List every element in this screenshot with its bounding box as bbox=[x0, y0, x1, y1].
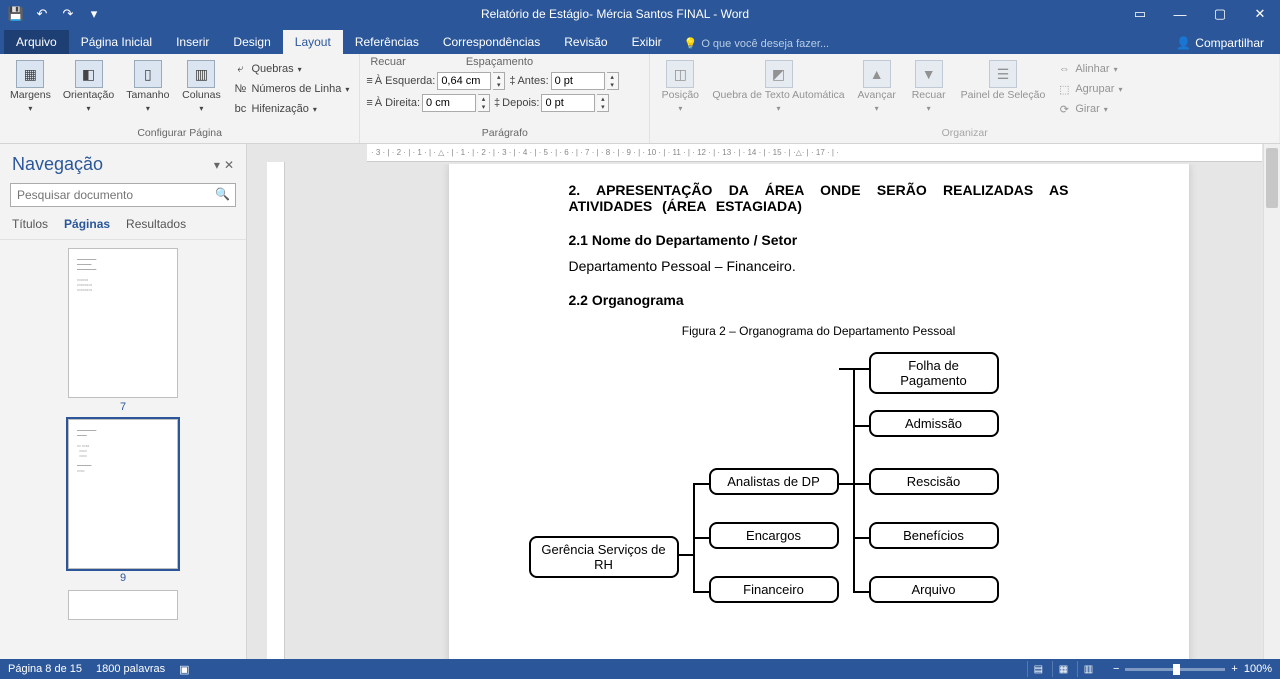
nav-search-input[interactable] bbox=[10, 183, 236, 207]
heading-2[interactable]: 2. APRESENTAÇÃO DA ÁREA ONDE SERÃO REALI… bbox=[569, 182, 1069, 214]
scrollbar-vertical[interactable] bbox=[1263, 144, 1280, 659]
hyphenation-button[interactable]: bcHifenização▾ bbox=[229, 100, 353, 118]
undo-icon[interactable]: ↶ bbox=[32, 4, 52, 24]
close-icon[interactable]: ✕ bbox=[1240, 0, 1280, 28]
forward-button[interactable]: ▲Avançar▾ bbox=[853, 56, 901, 117]
group-arrange: Organizar bbox=[656, 127, 1273, 141]
heading-2-2[interactable]: 2.2 Organograma bbox=[569, 292, 1069, 308]
nav-tab-headings[interactable]: Títulos bbox=[12, 217, 48, 231]
document-area: · 3 · | · 2 · | · 1 · | · △ · | · 1 · | … bbox=[247, 144, 1280, 659]
org-mid-1: Analistas de DP bbox=[709, 468, 839, 495]
nav-dropdown-icon[interactable]: ▾ bbox=[214, 158, 220, 172]
tab-home[interactable]: Página Inicial bbox=[69, 30, 164, 54]
thumbnail-next[interactable] bbox=[68, 590, 178, 623]
nav-tab-pages[interactable]: Páginas bbox=[64, 217, 110, 231]
zoom-slider[interactable] bbox=[1125, 668, 1225, 671]
org-mid-2: Encargos bbox=[709, 522, 839, 549]
margins-button[interactable]: ▦Margens▾ bbox=[6, 56, 55, 117]
org-leaf-4: Benefícios bbox=[869, 522, 999, 549]
page: 2. APRESENTAÇÃO DA ÁREA ONDE SERÃO REALI… bbox=[449, 164, 1189, 659]
backward-button[interactable]: ▼Recuar▾ bbox=[905, 56, 953, 117]
tab-layout[interactable]: Layout bbox=[283, 30, 343, 54]
minimize-icon[interactable]: — bbox=[1160, 0, 1200, 28]
org-mid-3: Financeiro bbox=[709, 576, 839, 603]
search-icon[interactable]: 🔍 bbox=[215, 187, 230, 201]
org-leaf-3: Rescisão bbox=[869, 468, 999, 495]
tab-references[interactable]: Referências bbox=[343, 30, 431, 54]
tab-design[interactable]: Design bbox=[221, 30, 282, 54]
ribbon-options-icon[interactable]: ▭ bbox=[1120, 0, 1160, 28]
redo-icon[interactable]: ↷ bbox=[58, 4, 78, 24]
org-leaf-5: Arquivo bbox=[869, 576, 999, 603]
thumbnail-9[interactable]: ━━━━━━━━━━━━▭ ▭▭ ▭▭ ▭▭━━━━━━▭▭ 9 bbox=[68, 419, 178, 584]
selection-pane-button[interactable]: ☰Painel de Seleção bbox=[957, 56, 1050, 106]
body-p1[interactable]: Departamento Pessoal – Financeiro. bbox=[569, 258, 1069, 274]
heading-2-1[interactable]: 2.1 Nome do Departamento / Setor bbox=[569, 232, 1069, 248]
ruler-horizontal[interactable]: · 3 · | · 2 · | · 1 · | · △ · | · 1 · | … bbox=[367, 144, 1262, 162]
spacing-after-field[interactable]: ‡Depois: ▴▾ bbox=[494, 94, 609, 112]
share-button[interactable]: 👤 Compartilhar bbox=[1164, 32, 1276, 54]
group-page-setup: Configurar Página bbox=[6, 127, 353, 141]
qat-more-icon[interactable]: ▾ bbox=[84, 4, 104, 24]
thumbnail-7[interactable]: ━━━━━━━━━━━━━━━━━━━━━━▭▭▭▭▭▭▭▭▭▭▭ 7 bbox=[68, 248, 178, 413]
nav-tab-results[interactable]: Resultados bbox=[126, 217, 186, 231]
proofing-icon[interactable]: ▣ bbox=[179, 663, 189, 676]
orientation-button[interactable]: ◧Orientação▾ bbox=[59, 56, 118, 117]
org-leaf-1: Folha de Pagamento bbox=[869, 352, 999, 394]
columns-button[interactable]: ▥Colunas▾ bbox=[177, 56, 225, 117]
zoom-level[interactable]: 100% bbox=[1244, 663, 1272, 675]
org-root: Gerência Serviços de RH bbox=[529, 536, 679, 578]
ribbon: ▦Margens▾ ◧Orientação▾ ▯Tamanho▾ ▥Coluna… bbox=[0, 54, 1280, 144]
status-page[interactable]: Página 8 de 15 bbox=[8, 663, 82, 675]
status-bar: Página 8 de 15 1800 palavras ▣ ▤ ▦ ▥ − +… bbox=[0, 659, 1280, 679]
group-button[interactable]: ⬚Agrupar▾ bbox=[1053, 80, 1126, 98]
lightbulb-icon: 💡 bbox=[684, 37, 698, 50]
line-numbers-button[interactable]: №Números de Linha▾ bbox=[229, 80, 353, 98]
ribbon-tabs: Arquivo Página Inicial Inserir Design La… bbox=[0, 28, 1280, 54]
view-read-icon[interactable]: ▤ bbox=[1027, 661, 1049, 677]
nav-close-icon[interactable]: ✕ bbox=[224, 158, 234, 172]
nav-title: Navegação bbox=[12, 154, 103, 175]
position-button[interactable]: ◫Posição▾ bbox=[656, 56, 704, 117]
size-button[interactable]: ▯Tamanho▾ bbox=[122, 56, 173, 117]
tab-mail[interactable]: Correspondências bbox=[431, 30, 552, 54]
org-leaf-2: Admissão bbox=[869, 410, 999, 437]
document-canvas[interactable]: 2. APRESENTAÇÃO DA ÁREA ONDE SERÃO REALI… bbox=[377, 164, 1260, 659]
view-print-icon[interactable]: ▦ bbox=[1052, 661, 1074, 677]
indent-left-field[interactable]: ≡À Esquerda: ▴▾ bbox=[366, 72, 505, 90]
view-web-icon[interactable]: ▥ bbox=[1077, 661, 1099, 677]
tab-insert[interactable]: Inserir bbox=[164, 30, 221, 54]
zoom-out-icon[interactable]: − bbox=[1113, 663, 1119, 675]
breaks-button[interactable]: ⤶Quebras▾ bbox=[229, 60, 353, 78]
navigation-pane: Navegação ▾ ✕ 🔍 Títulos Páginas Resultad… bbox=[0, 144, 247, 659]
spacing-before-field[interactable]: ‡Antes: ▴▾ bbox=[509, 72, 618, 90]
window-title: Relatório de Estágio- Mércia Santos FINA… bbox=[110, 7, 1120, 21]
save-icon[interactable]: 💾 bbox=[6, 4, 26, 24]
group-paragraph: Parágrafo bbox=[366, 127, 643, 141]
wrap-button[interactable]: ◩Quebra de Texto Automática▾ bbox=[708, 56, 848, 117]
indent-right-field[interactable]: ≡À Direita: ▴▾ bbox=[366, 94, 490, 112]
rotate-button[interactable]: ⟳Girar▾ bbox=[1053, 100, 1126, 118]
tab-view[interactable]: Exibir bbox=[620, 30, 674, 54]
org-chart: Gerência Serviços de RH Analistas de DP … bbox=[529, 348, 1069, 628]
view-buttons: ▤ ▦ ▥ bbox=[1027, 661, 1099, 677]
share-icon: 👤 bbox=[1176, 36, 1191, 50]
title-bar: 💾 ↶ ↷ ▾ Relatório de Estágio- Mércia San… bbox=[0, 0, 1280, 28]
maximize-icon[interactable]: ▢ bbox=[1200, 0, 1240, 28]
zoom-in-icon[interactable]: + bbox=[1231, 663, 1237, 675]
status-wordcount[interactable]: 1800 palavras bbox=[96, 663, 165, 675]
ruler-vertical[interactable] bbox=[267, 162, 285, 659]
tab-review[interactable]: Revisão bbox=[552, 30, 619, 54]
figure-caption[interactable]: Figura 2 – Organograma do Departamento P… bbox=[569, 324, 1069, 338]
align-button[interactable]: ⇔Alinhar▾ bbox=[1053, 60, 1126, 78]
tell-me[interactable]: 💡 O que você deseja fazer... bbox=[674, 33, 840, 54]
tab-file[interactable]: Arquivo bbox=[4, 30, 69, 54]
